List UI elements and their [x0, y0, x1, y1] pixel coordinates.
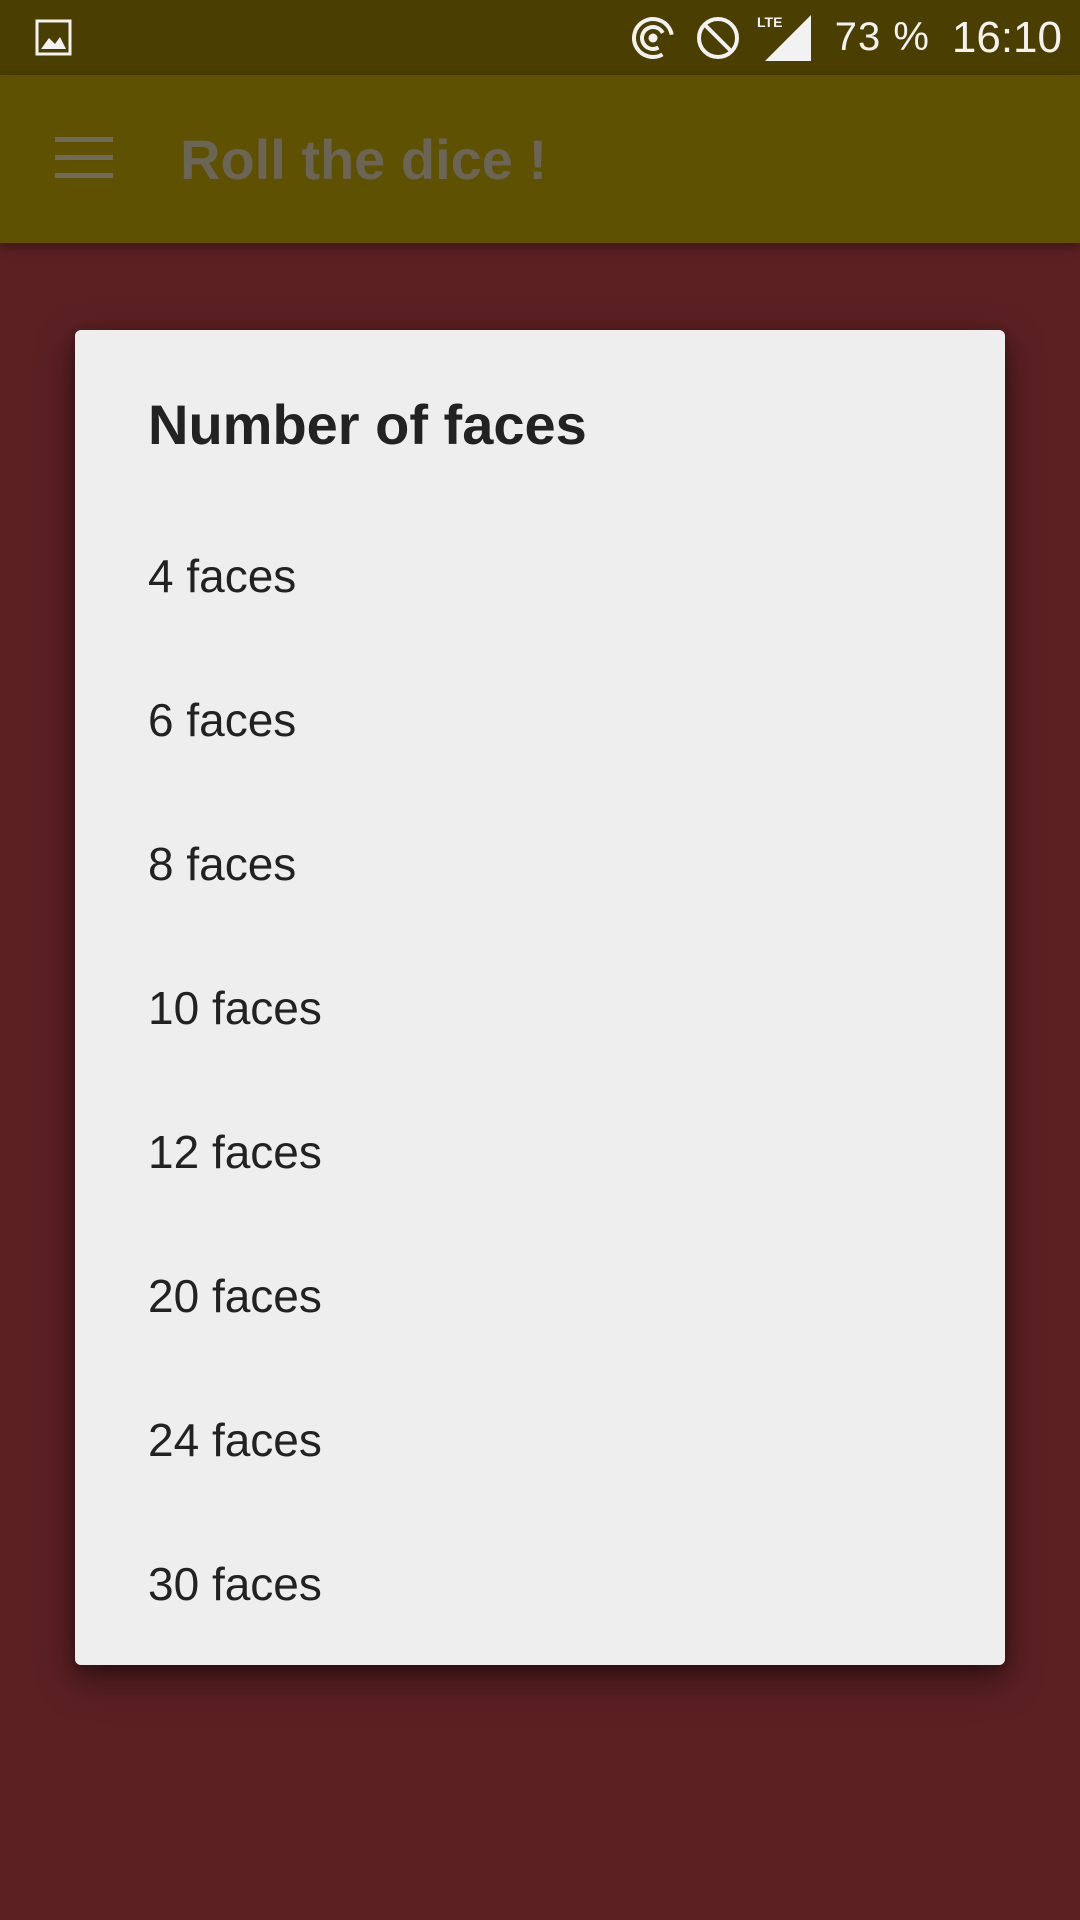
do-not-disturb-icon	[695, 15, 741, 61]
option-12-faces[interactable]: 12 faces	[75, 1080, 1005, 1224]
option-6-faces[interactable]: 6 faces	[75, 648, 1005, 792]
status-clock: 16:10	[951, 12, 1062, 62]
app-title: Roll the dice !	[180, 128, 548, 191]
faces-dialog: Number of faces 4 faces 6 faces 8 faces …	[75, 330, 1005, 1665]
app-bar: Roll the dice !	[0, 75, 1080, 243]
image-icon	[35, 19, 72, 56]
hotspot-icon	[629, 14, 677, 62]
option-24-faces[interactable]: 24 faces	[75, 1368, 1005, 1512]
dialog-title: Number of faces	[148, 393, 587, 456]
option-8-faces[interactable]: 8 faces	[75, 792, 1005, 936]
option-20-faces[interactable]: 20 faces	[75, 1224, 1005, 1368]
status-icons: LTE 73 % 16:10	[629, 0, 1062, 75]
option-10-faces[interactable]: 10 faces	[75, 936, 1005, 1080]
faces-options-list: 4 faces 6 faces 8 faces 10 faces 12 face…	[75, 504, 1005, 1656]
status-bar: LTE 73 % 16:10	[0, 0, 1080, 75]
option-30-faces[interactable]: 30 faces	[75, 1512, 1005, 1656]
hamburger-menu-icon[interactable]	[55, 135, 113, 181]
battery-percentage: 73 %	[834, 15, 930, 59]
option-4-faces[interactable]: 4 faces	[75, 504, 1005, 648]
svg-text:LTE: LTE	[757, 14, 782, 30]
lte-signal-icon: LTE	[757, 13, 813, 63]
